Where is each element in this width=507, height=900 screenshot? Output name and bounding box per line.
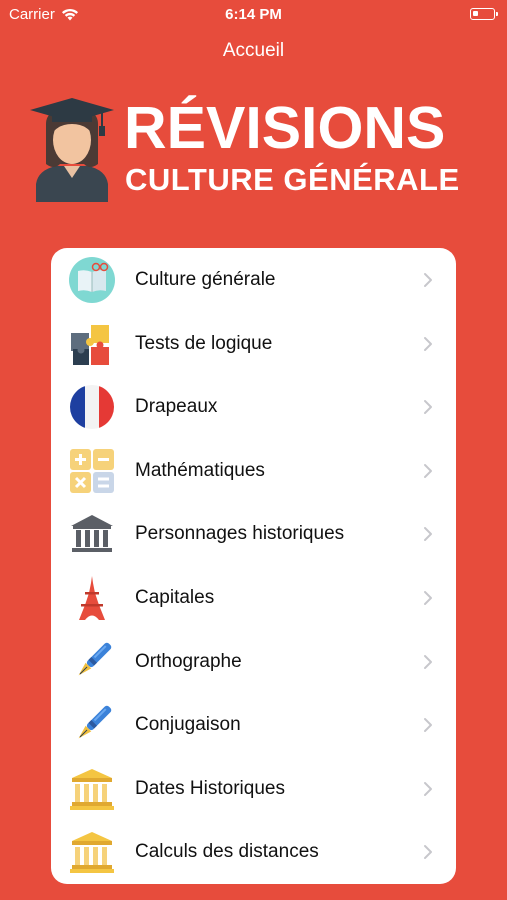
app-subtitle: CULTURE GÉNÉRALE bbox=[125, 162, 460, 197]
menu-item-capitales[interactable]: Capitales bbox=[51, 566, 456, 630]
app-header: RÉVISIONS CULTURE GÉNÉRALE bbox=[28, 94, 498, 209]
status-bar: Carrier 6:14 PM bbox=[0, 0, 507, 28]
nav-title: Accueil bbox=[222, 40, 285, 61]
chevron-right-icon bbox=[420, 463, 436, 479]
menu-item-mathematiques[interactable]: Mathématiques bbox=[51, 439, 456, 503]
menu-item-label: Conjugaison bbox=[135, 714, 241, 736]
temple-icon bbox=[69, 766, 115, 812]
math-operators-icon bbox=[69, 448, 115, 494]
french-flag-icon bbox=[69, 384, 115, 430]
menu-item-label: Drapeaux bbox=[135, 396, 218, 418]
menu-item-conjugaison[interactable]: Conjugaison bbox=[51, 693, 456, 757]
status-time: 6:14 PM bbox=[225, 6, 282, 23]
chevron-right-icon bbox=[420, 844, 436, 860]
eiffel-tower-icon bbox=[69, 575, 115, 621]
fountain-pen-icon bbox=[69, 639, 115, 685]
menu-item-label: Culture générale bbox=[135, 269, 276, 290]
menu-item-label: Calculs des distances bbox=[135, 841, 319, 863]
museum-icon bbox=[69, 511, 115, 557]
menu-item-personnages-historiques[interactable]: Personnages historiques bbox=[51, 502, 456, 566]
puzzle-icon bbox=[69, 321, 115, 367]
temple-icon bbox=[69, 829, 115, 875]
chevron-right-icon bbox=[420, 781, 436, 797]
chevron-right-icon bbox=[420, 272, 436, 288]
menu-item-label: Capitales bbox=[135, 587, 215, 608]
fountain-pen-icon bbox=[69, 702, 115, 748]
chevron-right-icon bbox=[420, 590, 436, 606]
app-title: RÉVISIONS bbox=[124, 95, 446, 161]
chevron-right-icon bbox=[420, 336, 436, 352]
menu-item-calculs-des-distances[interactable]: Calculs des distances bbox=[51, 820, 456, 884]
menu-item-orthographe[interactable]: Orthographe bbox=[51, 630, 456, 694]
chevron-right-icon bbox=[420, 399, 436, 415]
menu-item-label: Dates Historiques bbox=[135, 777, 285, 799]
chevron-right-icon bbox=[420, 526, 436, 542]
menu-item-label: Orthographe bbox=[135, 650, 242, 672]
menu-item-label: Personnages historiques bbox=[135, 523, 345, 545]
battery-icon bbox=[470, 8, 498, 20]
menu-item-culture-generale[interactable]: Culture générale bbox=[51, 248, 456, 312]
graduate-avatar-icon bbox=[30, 98, 114, 202]
chevron-right-icon bbox=[420, 717, 436, 733]
menu-item-dates-historiques[interactable]: Dates Historiques bbox=[51, 757, 456, 821]
battery-level bbox=[473, 11, 479, 16]
menu-item-label: Tests de logique bbox=[135, 332, 273, 354]
menu-item-drapeaux[interactable]: Drapeaux bbox=[51, 375, 456, 439]
chevron-right-icon bbox=[420, 654, 436, 670]
menu-item-label: Mathématiques bbox=[135, 459, 265, 481]
category-list: Culture générale Tests de logique Drapeaux… bbox=[51, 248, 456, 884]
book-icon bbox=[69, 257, 115, 303]
menu-item-tests-de-logique[interactable]: Tests de logique bbox=[51, 312, 456, 376]
